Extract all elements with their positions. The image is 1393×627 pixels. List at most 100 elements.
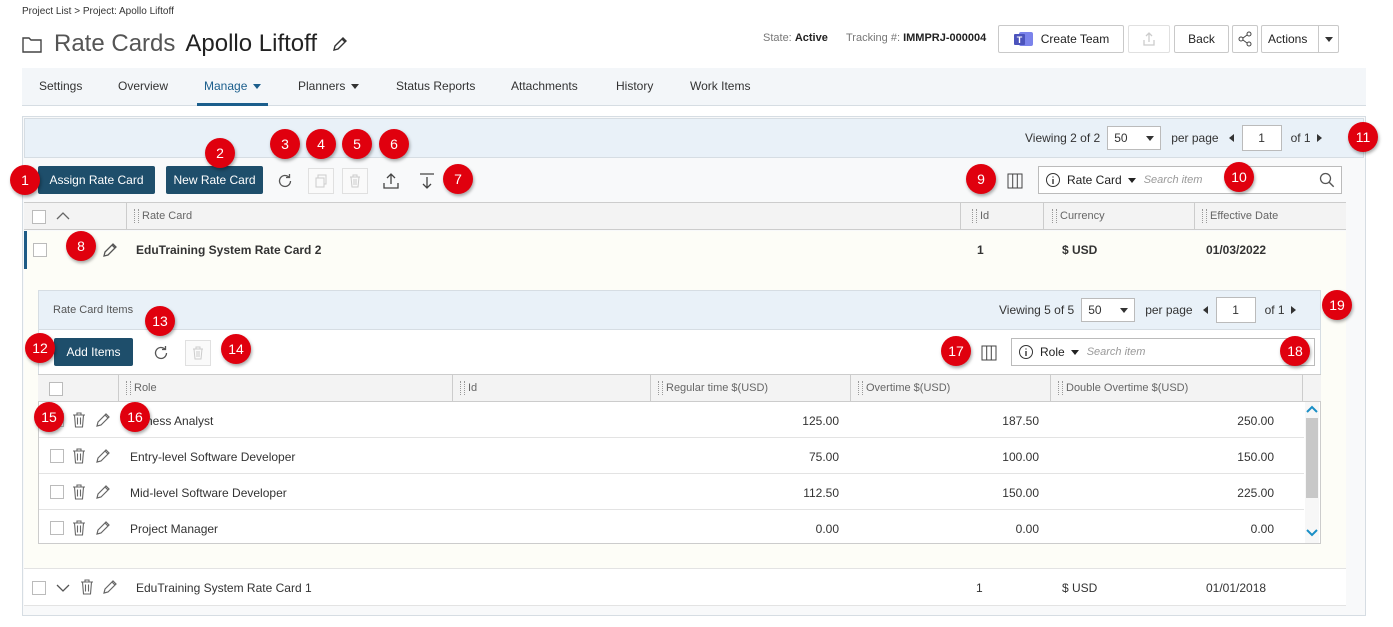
- add-items-button[interactable]: Add Items: [54, 338, 133, 366]
- assign-rate-card-button[interactable]: Assign Rate Card: [38, 166, 155, 194]
- tab-work-items[interactable]: Work Items: [690, 68, 750, 106]
- column-header-id[interactable]: Id: [456, 375, 650, 401]
- column-header-regular-time[interactable]: Regular time $(USD): [654, 375, 850, 401]
- search-field-select[interactable]: Rate Card: [1067, 173, 1122, 187]
- scroll-thumb[interactable]: [1306, 418, 1318, 498]
- items-columns-button[interactable]: [976, 340, 1002, 366]
- create-team-button[interactable]: T Create Team: [998, 25, 1124, 53]
- rate-card-row[interactable]: EduTraining System Rate Card 1 1 $ USD 0…: [24, 568, 1346, 606]
- columns-button[interactable]: [1002, 168, 1028, 194]
- actions-button[interactable]: Actions: [1261, 25, 1339, 53]
- share-network-button[interactable]: [1232, 25, 1258, 53]
- chevron-up-icon[interactable]: [56, 211, 70, 221]
- trash-icon[interactable]: [71, 484, 87, 500]
- edit-icon[interactable]: [94, 411, 112, 429]
- trash-icon[interactable]: [79, 579, 95, 595]
- refresh-button[interactable]: [272, 168, 298, 194]
- export-button[interactable]: [378, 168, 404, 194]
- row-checkbox[interactable]: [33, 243, 47, 257]
- scroll-down-icon[interactable]: [1306, 528, 1318, 537]
- tab-label: Status Reports: [396, 79, 476, 93]
- tab-overview[interactable]: Overview: [118, 68, 168, 106]
- edit-icon[interactable]: [94, 447, 112, 465]
- callout-badge: 1: [10, 165, 40, 195]
- chevron-down-icon[interactable]: [56, 583, 70, 593]
- search-icon[interactable]: [1319, 172, 1335, 188]
- tracking-meta: Tracking #: IMMPRJ-000004: [846, 32, 986, 44]
- share-button[interactable]: [1128, 25, 1170, 53]
- row-checkbox[interactable]: [50, 449, 64, 463]
- project-name: Apollo Liftoff: [185, 30, 318, 57]
- tab-settings[interactable]: Settings: [39, 68, 82, 106]
- chevron-down-icon[interactable]: [1127, 177, 1136, 183]
- breadcrumb[interactable]: Project List > Project: Apollo Liftoff: [22, 6, 174, 17]
- trash-icon[interactable]: [71, 412, 87, 428]
- column-header-effective-date[interactable]: Effective Date: [1198, 203, 1344, 229]
- edit-icon[interactable]: [94, 519, 112, 537]
- chevron-down-icon[interactable]: [1070, 349, 1079, 355]
- rate-card-search-input[interactable]: Rate Card Search item: [1038, 166, 1342, 194]
- callout-badge: 2: [205, 138, 235, 168]
- callout-badge: 13: [145, 306, 175, 336]
- items-delete-button[interactable]: [185, 340, 211, 366]
- column-header-currency[interactable]: Currency: [1048, 203, 1194, 229]
- select-all-items-checkbox[interactable]: [49, 382, 63, 396]
- prev-page-icon[interactable]: [1228, 134, 1234, 142]
- per-page-select[interactable]: 50: [1107, 126, 1162, 150]
- edit-icon[interactable]: [94, 483, 112, 501]
- row-checkbox[interactable]: [50, 485, 64, 499]
- info-icon: [1019, 345, 1033, 359]
- rate-card-item-row[interactable]: Entry-level Software Developer 75.00 100…: [39, 438, 1304, 474]
- next-page-icon[interactable]: [1290, 306, 1296, 314]
- column-header-double-overtime[interactable]: Double Overtime $(USD): [1054, 375, 1302, 401]
- regular-rate: 125.00: [802, 414, 839, 428]
- tab-attachments[interactable]: Attachments: [511, 68, 578, 106]
- page-number-input[interactable]: 1: [1215, 297, 1256, 323]
- search-field-select[interactable]: Role: [1040, 345, 1065, 359]
- trash-icon[interactable]: [71, 520, 87, 536]
- trash-icon[interactable]: [71, 448, 87, 464]
- rate-card-items-pager: Viewing 5 of 5 50 per page 1 of 1: [999, 296, 1296, 324]
- column-header-role[interactable]: Role: [122, 375, 452, 401]
- column-header-rate-card[interactable]: Rate Card: [130, 203, 960, 229]
- new-rate-card-button[interactable]: New Rate Card: [166, 166, 263, 194]
- tab-label: Planners: [298, 79, 346, 93]
- rate-card-name[interactable]: EduTraining System Rate Card 1: [136, 581, 312, 595]
- rate-card-item-row[interactable]: ness Analyst 125.00 187.50 250.00: [39, 402, 1304, 438]
- rate-card-row[interactable]: EduTraining System Rate Card 2 1 $ USD 0…: [24, 231, 1346, 269]
- edit-icon[interactable]: [101, 578, 119, 596]
- per-page-select[interactable]: 50: [1081, 298, 1136, 322]
- delete-button[interactable]: [342, 168, 368, 194]
- tab-manage[interactable]: Manage: [197, 68, 269, 106]
- prev-page-icon[interactable]: [1202, 306, 1208, 314]
- tracking-label: Tracking #:: [846, 32, 901, 44]
- row-checkbox[interactable]: [50, 521, 64, 535]
- back-button[interactable]: Back: [1174, 25, 1229, 53]
- rate-card-item-row[interactable]: Mid-level Software Developer 112.50 150.…: [39, 474, 1304, 510]
- copy-button[interactable]: [308, 168, 334, 194]
- edit-icon[interactable]: [101, 241, 119, 259]
- chevron-down-icon[interactable]: [1325, 37, 1333, 42]
- edit-project-name-icon[interactable]: [331, 35, 349, 53]
- column-header-id[interactable]: Id: [968, 203, 1043, 229]
- column-header-overtime[interactable]: Overtime $(USD): [854, 375, 1050, 401]
- import-button[interactable]: [414, 168, 440, 194]
- callout-badge: 19: [1322, 290, 1352, 320]
- tab-status-reports[interactable]: Status Reports: [396, 68, 475, 106]
- tab-history[interactable]: History: [616, 68, 653, 106]
- page-number-input[interactable]: 1: [1241, 125, 1282, 151]
- viewing-count: 5 of 5: [1044, 303, 1075, 317]
- role-name: Project Manager: [130, 522, 219, 536]
- scroll-up-icon[interactable]: [1306, 405, 1318, 414]
- rate-card-name[interactable]: EduTraining System Rate Card 2: [136, 243, 321, 257]
- items-refresh-button[interactable]: [148, 340, 174, 366]
- tab-planners[interactable]: Planners: [298, 68, 360, 106]
- row-checkbox[interactable]: [32, 581, 46, 595]
- items-scrollbar[interactable]: [1305, 402, 1319, 543]
- next-page-icon[interactable]: [1316, 134, 1322, 142]
- actions-divider: [1318, 26, 1319, 52]
- rate-card-currency: $ USD: [1062, 581, 1098, 595]
- select-all-checkbox[interactable]: [32, 210, 46, 224]
- rate-card-item-row[interactable]: Project Manager 0.00 0.00 0.00: [39, 510, 1304, 543]
- role-search-input[interactable]: Role Search item: [1011, 338, 1315, 366]
